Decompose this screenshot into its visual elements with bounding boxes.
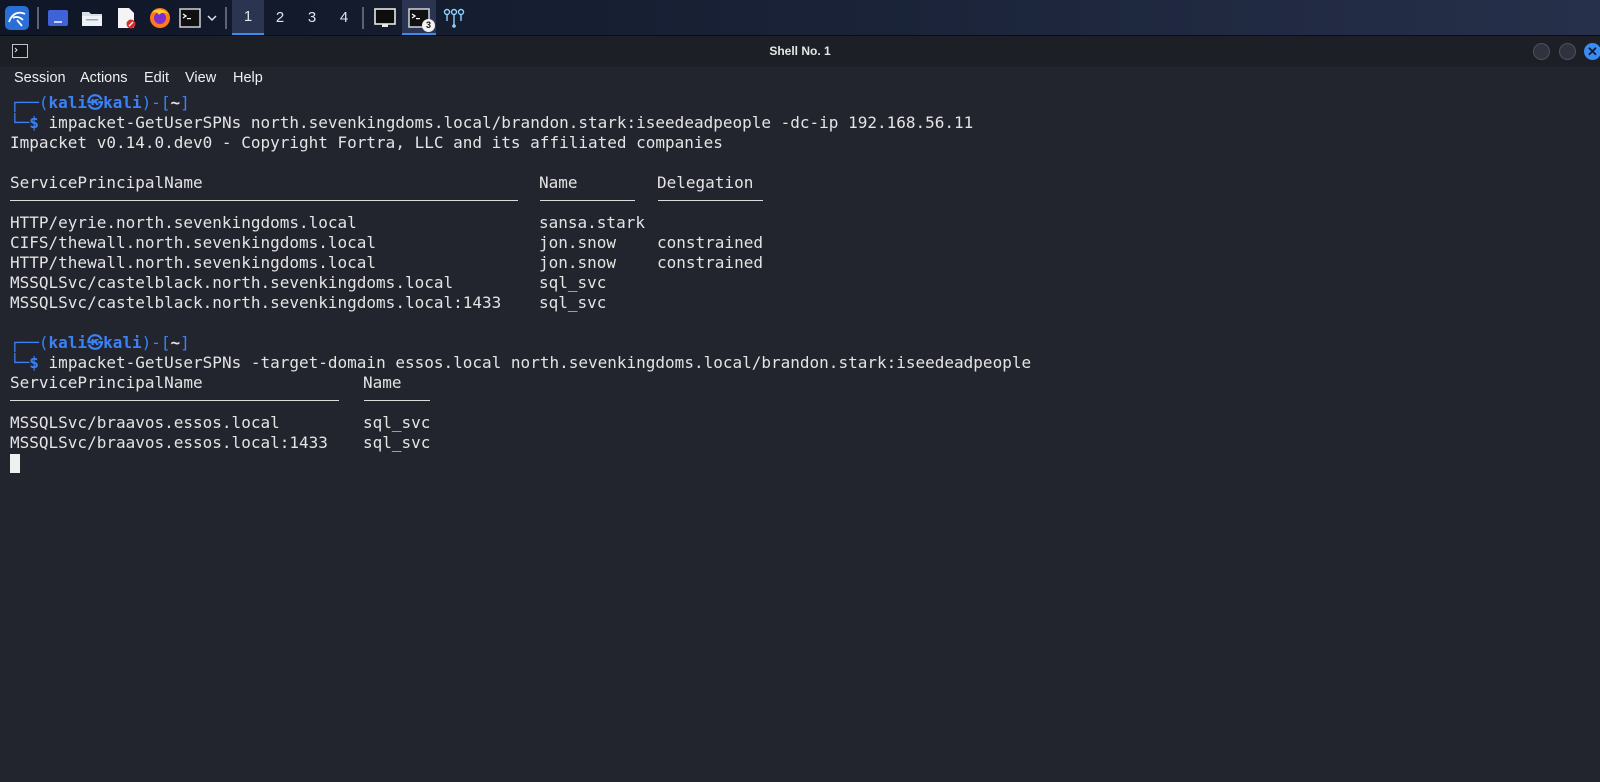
workspace-4[interactable]: 4 [328, 0, 360, 35]
prompt-mid: )-[ [141, 93, 171, 112]
terminal-cursor [10, 454, 20, 473]
taskbar-separator [225, 7, 227, 29]
table1-name: sql_svc [539, 273, 607, 292]
table1-rule-spn [10, 200, 518, 201]
table1-spn: MSSQLSvc/castelblack.north.sevenkingdoms… [10, 293, 502, 312]
prompt-end: ] [180, 333, 190, 352]
table1-name: sansa.stark [539, 213, 645, 232]
table1-header-delegation: Delegation [657, 173, 754, 192]
table2-header-name: Name [363, 373, 402, 392]
taskbar: 1 2 3 4 3 [0, 0, 1600, 36]
taskbar-separator [37, 7, 39, 29]
table1-name: jon.snow [539, 253, 617, 272]
terminal-output[interactable]: ┌──(kali㉿kali)-[~] └─$ impacket-GetUserS… [10, 93, 1600, 782]
table2-rule-spn [10, 400, 339, 401]
text-editor-icon[interactable] [113, 4, 139, 31]
prompt-dir: ~ [170, 333, 181, 352]
kali-menu-icon[interactable] [2, 4, 32, 31]
workspace-2[interactable]: 2 [264, 0, 296, 35]
menu-view[interactable]: View [185, 70, 216, 86]
command-text: impacket-GetUserSPNs -target-domain esso… [48, 353, 1032, 372]
window-title: Shell No. 1 [769, 44, 831, 58]
table1-rule-name [540, 200, 635, 201]
table1-spn: MSSQLSvc/castelblack.north.sevenkingdoms… [10, 273, 454, 292]
table1-header-spn: ServicePrincipalName [10, 173, 203, 192]
table1-rule-delegation [658, 200, 763, 201]
desktop-icon[interactable] [45, 4, 71, 31]
table1-spn: HTTP/thewall.north.sevenkingdoms.local [10, 253, 377, 272]
chevron-down-icon[interactable] [204, 4, 220, 31]
command-line-1: └─$ impacket-GetUserSPNs north.sevenking… [10, 113, 973, 133]
prompt-dir: ~ [170, 93, 181, 112]
table1-header-name: Name [539, 173, 578, 192]
taskbar-separator [362, 7, 364, 29]
terminal-icon[interactable] [178, 4, 202, 31]
prompt-user: kali㉿kali [48, 93, 142, 112]
table2-name: sql_svc [363, 433, 431, 452]
maximize-button[interactable] [1559, 43, 1576, 60]
prompt-line-2: ┌──(kali㉿kali)-[~] [10, 333, 190, 353]
command-line-2: └─$ impacket-GetUserSPNs -target-domain … [10, 353, 1031, 373]
table1-delegation: constrained [657, 233, 763, 252]
prompt-box-top: ┌──( [10, 93, 49, 112]
network-icon[interactable] [441, 4, 467, 31]
table2-name: sql_svc [363, 413, 431, 432]
prompt-dollar: └─$ [10, 353, 39, 372]
terminal-app-icon[interactable]: 3 [406, 4, 435, 32]
prompt-dollar: └─$ [10, 113, 39, 132]
close-icon: ✕ [1587, 44, 1598, 59]
table2-rule-name [364, 400, 430, 401]
window-titlebar: Shell No. 1 ✕ [0, 36, 1600, 67]
table2-header-spn: ServicePrincipalName [10, 373, 203, 392]
menu-bar: Session Actions Edit View Help [0, 67, 1600, 91]
command-text: impacket-GetUserSPNs north.sevenkingdoms… [48, 113, 974, 132]
table1-name: sql_svc [539, 293, 607, 312]
table2-spn: MSSQLSvc/braavos.essos.local:1433 [10, 433, 328, 452]
impacket-banner: Impacket v0.14.0.dev0 - Copyright Fortra… [10, 133, 723, 152]
menu-help[interactable]: Help [233, 70, 263, 86]
workspace-3[interactable]: 3 [296, 0, 328, 35]
table1-delegation: constrained [657, 253, 763, 272]
terminal-count-badge: 3 [422, 18, 435, 32]
prompt-end: ] [180, 93, 190, 112]
window-icon[interactable] [372, 4, 398, 31]
menu-edit[interactable]: Edit [144, 70, 169, 86]
file-manager-icon[interactable] [79, 4, 105, 31]
minimize-button[interactable] [1533, 43, 1550, 60]
prompt-user: kali㉿kali [48, 333, 142, 352]
prompt-mid: )-[ [141, 333, 171, 352]
menu-session[interactable]: Session [14, 70, 66, 86]
table2-spn: MSSQLSvc/braavos.essos.local [10, 413, 280, 432]
table1-name: jon.snow [539, 233, 617, 252]
menu-actions[interactable]: Actions [80, 70, 128, 86]
prompt-box-top: ┌──( [10, 333, 49, 352]
table1-spn: CIFS/thewall.north.sevenkingdoms.local [10, 233, 377, 252]
close-button[interactable]: ✕ [1584, 43, 1600, 60]
workspace-1[interactable]: 1 [232, 0, 264, 35]
prompt-line-1: ┌──(kali㉿kali)-[~] [10, 93, 190, 113]
table1-spn: HTTP/eyrie.north.sevenkingdoms.local [10, 213, 357, 232]
firefox-icon[interactable] [147, 4, 173, 31]
